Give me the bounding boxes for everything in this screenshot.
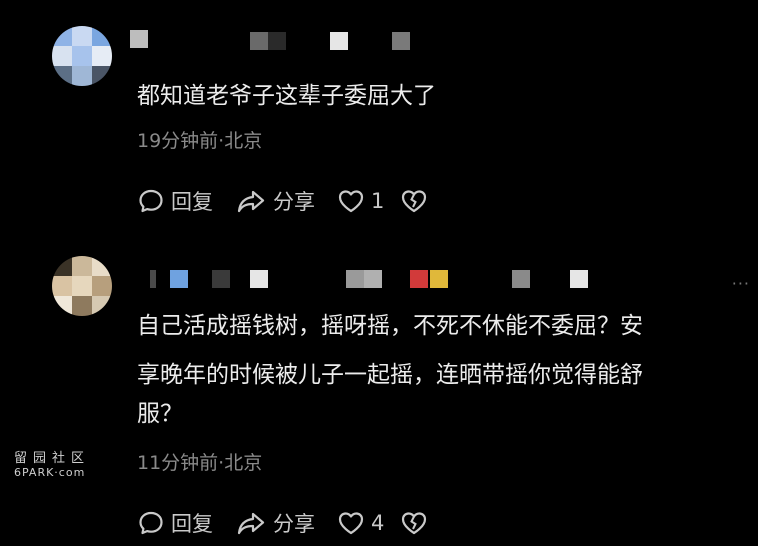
comment-text-line-1: 自己活成摇钱树，摇呀摇，不死不休能不委屈？安 (137, 313, 643, 339)
like-count: 4 (371, 511, 385, 535)
share-label: 分享 (273, 190, 315, 214)
heart-icon (338, 512, 364, 535)
avatar[interactable] (52, 26, 112, 86)
username-redacted[interactable] (150, 270, 610, 294)
username-redacted[interactable] (130, 30, 430, 54)
like-button[interactable]: 1 (337, 188, 384, 214)
avatar[interactable] (52, 256, 112, 316)
comment-1: 都知道老爷子这辈子委屈大了 19分钟前·北京 回复 分享 1 (0, 0, 758, 230)
comment-meta: 19分钟前·北京 (137, 130, 263, 152)
broken-heart-icon (402, 190, 427, 213)
comment-text-line-3: 服？ (137, 401, 183, 427)
reply-button[interactable]: 回复 (137, 508, 213, 538)
dislike-button[interactable] (400, 188, 434, 214)
comment-actions: 回复 分享 4 (137, 508, 456, 538)
share-label: 分享 (273, 512, 315, 536)
reply-label: 回复 (171, 512, 213, 536)
dislike-button[interactable] (400, 510, 434, 536)
comment-actions: 回复 分享 1 (137, 186, 456, 216)
watermark-en: 6PARK·com (14, 466, 86, 479)
comment-text-line-2: 享晚年的时候被儿子一起摇，连晒带摇你觉得能舒 (137, 362, 643, 388)
broken-heart-icon (402, 512, 427, 535)
comment-bubble-icon (139, 189, 163, 213)
like-count: 1 (371, 189, 385, 213)
comment-2: ··· 自己活成摇钱树，摇呀摇，不死不休能不委屈？安 享晚年的时候被儿子一起摇，… (0, 230, 758, 546)
reply-label: 回复 (171, 190, 213, 214)
comment-meta: 11分钟前·北京 (137, 452, 263, 474)
share-arrow-icon (237, 190, 265, 213)
reply-button[interactable]: 回复 (137, 186, 213, 216)
share-button[interactable]: 分享 (235, 508, 315, 538)
more-options-button[interactable]: ··· (732, 274, 750, 293)
watermark-logo: 留园社区 6PARK·com (14, 447, 94, 479)
heart-icon (338, 190, 364, 213)
watermark-cn: 留园社区 (14, 451, 91, 466)
comment-bubble-icon (139, 511, 163, 535)
comment-text: 都知道老爷子这辈子委屈大了 (137, 83, 436, 109)
share-button[interactable]: 分享 (235, 186, 315, 216)
like-button[interactable]: 4 (337, 510, 384, 536)
share-arrow-icon (237, 512, 265, 535)
